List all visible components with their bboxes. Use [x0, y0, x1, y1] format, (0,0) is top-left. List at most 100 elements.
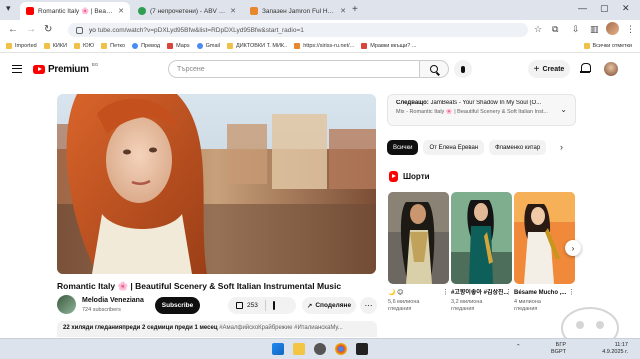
tab-mail[interactable]: (7 непрочетени) - ABV поща ✕	[132, 2, 242, 20]
tab-title: Romantic Italy 🌸 | Beautif	[38, 8, 115, 15]
bookmark-mravki[interactable]: Мравки вкъщи? ...	[361, 43, 416, 49]
create-button[interactable]: + Create	[528, 60, 570, 78]
language-label: БГР	[555, 342, 566, 348]
bookmark-translate[interactable]: Превод	[132, 43, 160, 49]
site-info-icon[interactable]	[76, 26, 83, 34]
bookmark-petko[interactable]: Петко	[101, 43, 125, 49]
site-icon	[294, 43, 301, 49]
reload-icon[interactable]: ↻	[44, 24, 52, 36]
windows-taskbar: ⌃ БГР BGPT 11:17 4.9.2025 г.	[0, 338, 640, 359]
subscriber-count: 724 subscribers	[82, 307, 121, 313]
minimize-icon[interactable]: —	[578, 3, 587, 13]
media-app-icon[interactable]	[356, 343, 368, 355]
close-tab-icon[interactable]: ✕	[118, 7, 124, 15]
new-tab-icon[interactable]: +	[352, 4, 358, 15]
description-box[interactable]: 22 хиляди гледанияпреди 2 седмици преди …	[57, 321, 377, 337]
shorts-heading: Шорти	[389, 171, 430, 182]
up-next-panel[interactable]: Следващо: JamBeats - Your Shadow In My S…	[387, 94, 576, 126]
chevron-right-icon[interactable]: ›	[560, 142, 563, 152]
language-indicator[interactable]: БГР BGPT	[540, 342, 566, 356]
all-bookmarks[interactable]: Всички отметки	[583, 43, 632, 49]
bookmark-imported[interactable]: Imported	[6, 43, 37, 49]
more-vertical-icon[interactable]: ⋮	[442, 288, 449, 296]
extensions-icon[interactable]: ⧉	[552, 24, 558, 35]
browser-tab-strip: Romantic Italy 🌸 | Beautif ✕ (7 непрочет…	[0, 0, 640, 20]
side-panel-icon[interactable]: ▥	[590, 24, 599, 35]
video-player[interactable]	[57, 94, 376, 274]
video-frame-image	[57, 94, 376, 274]
bookmark-siriss[interactable]: https://siriss-ru.net/...	[294, 43, 354, 49]
account-avatar[interactable]	[604, 62, 618, 76]
filter-chips: Всички От Елена Ереван Фламенко китар	[387, 140, 572, 156]
tab-shop[interactable]: Запазен Jamron Ful HD HP-25 ✕	[244, 2, 352, 20]
chip-channel[interactable]: От Елена Ереван	[423, 140, 485, 155]
bookmark-kiki[interactable]: КИКИ	[43, 43, 68, 49]
translate-icon	[132, 43, 139, 49]
video-title: Romantic Italy 🌸 | Beautiful Scenery & S…	[57, 281, 342, 291]
tab-youtube[interactable]: Romantic Italy 🌸 | Beautif ✕	[20, 2, 130, 20]
maps-icon	[167, 43, 174, 49]
search-icon	[430, 65, 438, 73]
chip-all[interactable]: Всички	[387, 140, 419, 155]
chevron-down-icon[interactable]: ⌄	[560, 105, 567, 114]
short-card[interactable]: 🌙 😊 5,6 милиона гледания ⋮	[388, 192, 449, 313]
bookmark-maps[interactable]: Maps	[167, 43, 190, 49]
short-title: #고향이좋아 #김상진...	[451, 290, 509, 296]
back-icon[interactable]: ←	[8, 24, 18, 36]
more-vertical-icon[interactable]: ⋮	[505, 288, 512, 296]
voice-search-button[interactable]	[454, 60, 472, 78]
shorts-title: Шорти	[403, 172, 430, 181]
tray-chevron-icon[interactable]: ⌃	[516, 344, 521, 351]
like-count: 253	[247, 302, 258, 309]
bookmark-gmail[interactable]: Gmail	[196, 43, 220, 49]
share-button[interactable]: ↗ Споделяне	[302, 297, 356, 314]
bookmark-diktovki[interactable]: ДИКТОВКИ Т. МИК..	[226, 43, 287, 49]
clock[interactable]: 11:17 4.9.2025 г.	[594, 342, 628, 356]
address-bar[interactable]: yo tube.com/watch?v=pDXLyd95Bfw&list=RDp…	[68, 23, 528, 37]
bookmark-yuyu[interactable]: ЮЮ	[74, 43, 94, 49]
search-input[interactable]: Търсене	[168, 60, 420, 78]
menu-icon[interactable]	[12, 65, 22, 73]
subscribe-button[interactable]: Subscribe	[155, 297, 200, 314]
short-card[interactable]: #고향이좋아 #김상진... 3,2 милиона гледания ⋮	[451, 192, 512, 313]
shorts-next-button[interactable]: ›	[565, 240, 581, 256]
browser-menu-icon[interactable]: ⋮	[626, 24, 635, 35]
logo-region: BG	[91, 62, 99, 67]
bookmark-label: КИКИ	[52, 43, 68, 49]
browser-profile-avatar[interactable]	[606, 22, 619, 35]
mix-playlist-title: Mix - Romantic Italy 🌸 | Beautiful Scene…	[396, 109, 548, 115]
close-tab-icon[interactable]: ✕	[230, 7, 236, 15]
settings-gear-icon[interactable]	[314, 343, 326, 355]
more-vertical-icon[interactable]: ⋮	[568, 288, 575, 296]
tab-title: (7 непрочетени) - ABV поща	[150, 7, 226, 15]
bookmark-label: https://siriss-ru.net/...	[303, 43, 355, 49]
search-button[interactable]	[419, 60, 449, 78]
chip-flamenco[interactable]: Фламенко китар	[489, 140, 547, 155]
hashtags: #АмалфийскоКрайбрежие #ИталианскаМу...	[219, 325, 343, 331]
dislike-button[interactable]	[266, 301, 275, 310]
close-tab-icon[interactable]: ✕	[340, 7, 346, 15]
close-window-icon[interactable]: ✕	[622, 3, 630, 14]
file-explorer-icon[interactable]	[293, 343, 305, 355]
downloads-icon[interactable]: ⇩	[572, 24, 580, 35]
start-icon[interactable]	[272, 343, 284, 355]
tab-menu-icon[interactable]: ▾	[6, 3, 11, 14]
channel-name[interactable]: Melodia Veneziana	[82, 297, 144, 304]
shop-favicon-icon	[250, 7, 258, 15]
star-bookmark-icon[interactable]: ☆	[534, 24, 542, 35]
maximize-icon[interactable]: ▢	[600, 3, 609, 14]
youtube-logo[interactable]: Premium BG	[33, 62, 99, 75]
more-actions-button[interactable]: ⋯	[360, 297, 377, 314]
short-views: 5,6 милиона гледания	[388, 299, 420, 312]
channel-avatar[interactable]	[57, 295, 76, 314]
short-views: 3,2 милиона гледания	[451, 299, 483, 312]
up-next-title: JamBeats - Your Shadow In My Soul (O...	[430, 100, 542, 106]
folder-icon	[43, 43, 50, 49]
url-prefix: yo	[89, 26, 96, 34]
bookmark-label: Петко	[110, 43, 126, 49]
bookmark-label: ЮЮ	[83, 43, 95, 49]
notifications-bell-icon[interactable]	[580, 62, 591, 74]
like-button[interactable]: 253	[228, 300, 266, 311]
chrome-icon[interactable]	[335, 343, 347, 355]
forward-icon[interactable]: →	[26, 24, 36, 36]
